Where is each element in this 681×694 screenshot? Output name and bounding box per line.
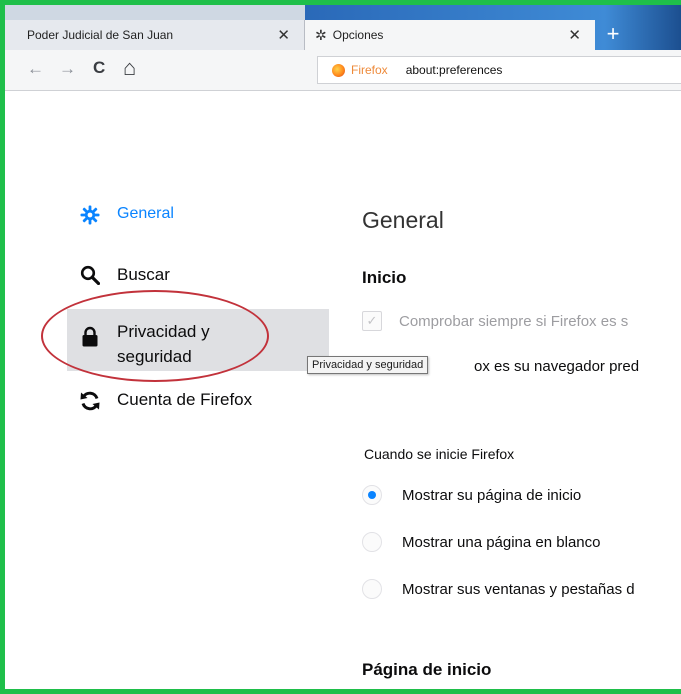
radio-button[interactable] xyxy=(362,485,382,505)
search-icon xyxy=(78,265,102,285)
firefox-logo-icon xyxy=(332,63,345,77)
tab-poder-judicial[interactable]: Poder Judicial de San Juan ✕ xyxy=(5,20,305,50)
radio-button[interactable] xyxy=(362,579,382,599)
sidebar-item-general[interactable]: General xyxy=(78,205,174,225)
checkbox[interactable]: ✓ xyxy=(362,311,382,331)
gear-icon: ✲ xyxy=(315,26,327,43)
default-browser-text: ox es su navegador pred xyxy=(474,358,640,375)
gear-icon xyxy=(78,205,102,225)
check-default-browser-row[interactable]: ✓ Comprobar siempre si Firefox es s xyxy=(362,311,628,331)
tab-title: Poder Judicial de San Juan xyxy=(27,28,174,42)
url-bar[interactable]: Firefox about:preferences xyxy=(317,56,681,84)
radio-button[interactable] xyxy=(362,532,382,552)
section-heading-pagina-inicio: Página de inicio xyxy=(362,660,492,679)
sidebar-item-buscar[interactable]: Buscar xyxy=(78,265,170,285)
radio-blank[interactable]: Mostrar una página en blanco xyxy=(362,532,600,552)
tab-strip: Poder Judicial de San Juan ✕ ✲ Opciones … xyxy=(5,5,681,50)
nav-bar: ← → C ⌂ Firefox about:preferences xyxy=(5,50,681,91)
new-tab-button[interactable]: + xyxy=(595,20,631,50)
radio-restore[interactable]: Mostrar sus ventanas y pestañas d xyxy=(362,579,635,599)
url-text[interactable]: about:preferences xyxy=(406,63,503,77)
radio-label: Mostrar sus ventanas y pestañas d xyxy=(402,580,635,598)
radio-homepage[interactable]: Mostrar su página de inicio xyxy=(362,485,581,505)
sidebar-item-label: General xyxy=(117,205,174,222)
section-heading-inicio: Inicio xyxy=(362,268,407,287)
sidebar-item-cuenta[interactable]: Cuenta de Firefox xyxy=(78,390,252,412)
tab-opciones[interactable]: ✲ Opciones ✕ xyxy=(305,20,595,50)
home-icon[interactable]: ⌂ xyxy=(123,55,136,81)
highlight-oval xyxy=(41,290,269,382)
radio-label: Mostrar una página en blanco xyxy=(402,533,601,551)
sidebar-item-label: Buscar xyxy=(117,265,170,284)
radio-label: Mostrar su página de inicio xyxy=(402,486,582,504)
startup-label: Cuando se inicie Firefox xyxy=(364,446,515,462)
sidebar-item-label: Cuenta de Firefox xyxy=(117,390,253,409)
forward-icon[interactable]: → xyxy=(59,59,76,79)
browser-window: Poder Judicial de San Juan ✕ ✲ Opciones … xyxy=(0,0,681,694)
tab-title: Opciones xyxy=(332,28,384,42)
reload-icon[interactable]: C xyxy=(93,58,105,78)
identity-label: Firefox xyxy=(351,63,388,77)
back-icon[interactable]: ← xyxy=(27,59,44,79)
sync-icon xyxy=(78,390,102,412)
page-title: General xyxy=(362,207,444,233)
close-tab-icon[interactable]: ✕ xyxy=(277,26,290,44)
check-default-label: Comprobar siempre si Firefox es s xyxy=(399,312,629,330)
close-tab-icon[interactable]: ✕ xyxy=(568,26,581,44)
tooltip: Privacidad y seguridad xyxy=(307,356,429,374)
